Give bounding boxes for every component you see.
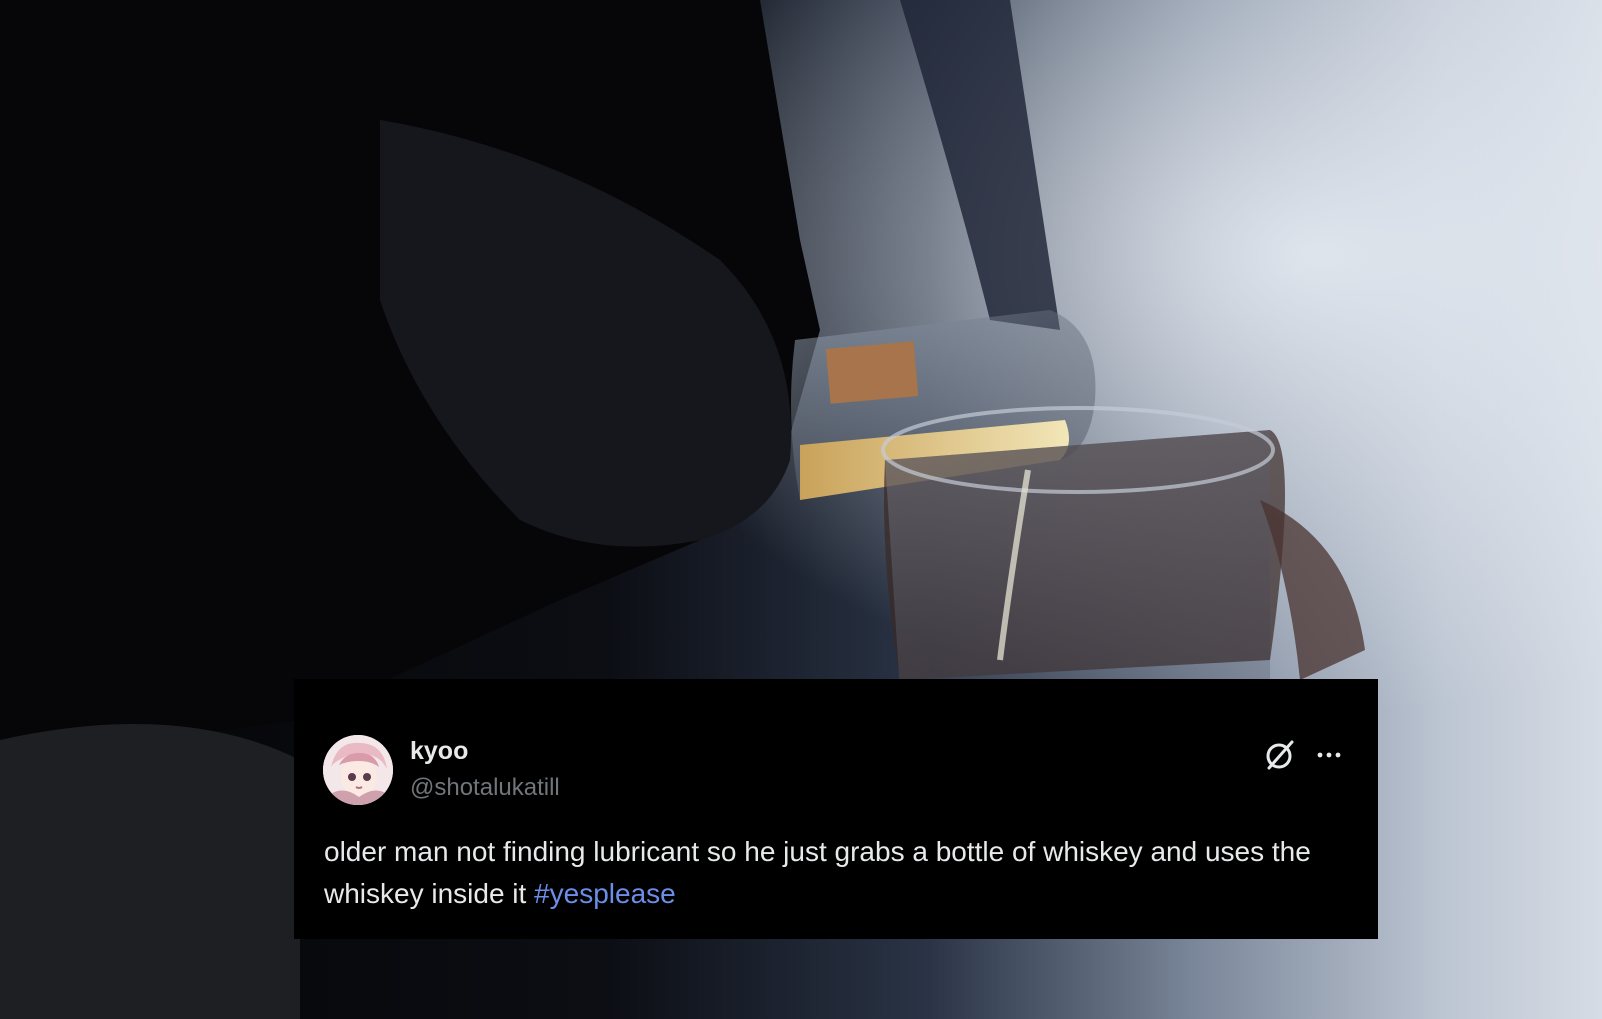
display-name[interactable]: kyoo (410, 736, 468, 766)
meme-canvas: kyoo @shotalukatill older man not findin… (0, 0, 1602, 1019)
avatar[interactable] (323, 735, 393, 805)
tweet-card[interactable]: kyoo @shotalukatill older man not findin… (294, 679, 1378, 939)
grok-slash-circle-icon[interactable] (1262, 737, 1298, 773)
hashtag-link[interactable]: #yesplease (534, 878, 676, 909)
more-horizontal-icon[interactable] (1311, 739, 1347, 771)
tweet-text: older man not finding lubricant so he ju… (324, 831, 1344, 915)
tweet-body: older man not finding lubricant so he ju… (324, 836, 1311, 909)
user-handle[interactable]: @shotalukatill (410, 773, 560, 803)
